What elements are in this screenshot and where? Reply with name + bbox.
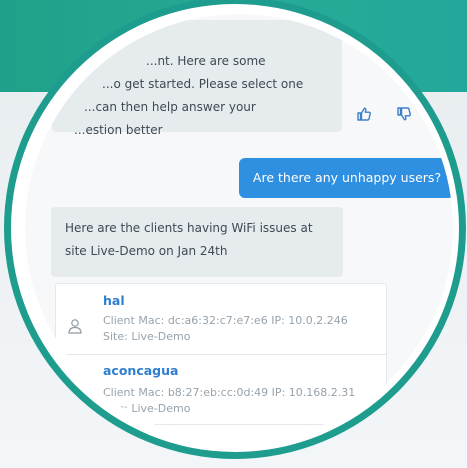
thumbs-down-icon[interactable] [396, 106, 412, 122]
feedback-actions [356, 106, 412, 122]
magnifier-lens: ...nt. Here are some ...o get started. P… [25, 14, 453, 442]
client-list-item[interactable]: hal Client Mac: dc:a6:32:c7:e7:e6 IP: 10… [56, 292, 386, 355]
bot-intro-line: ...o get started. Please select one [102, 77, 304, 91]
client-list-card: hal Client Mac: dc:a6:32:c7:e7:e6 IP: 10… [55, 283, 387, 442]
client-detail: Client Mac: dc:a6:32:c7:e7:e6 IP: 10.0.2… [103, 314, 348, 343]
bot-intro-line: ...can then help answer your [84, 100, 256, 114]
client-name-link[interactable]: aconcagua [103, 362, 178, 380]
bot-intro-line: ...nt. Here are some [146, 54, 266, 68]
client-detail: Client Mac: b8:27:eb:cc:0d:49 IP: 10.168… [103, 386, 356, 415]
user-message-bubble: Are there any unhappy users? [239, 158, 453, 198]
thumbs-up-icon[interactable] [356, 106, 372, 122]
client-list-item[interactable]: aconcagua Client Mac: b8:27:eb:cc:0d:49 … [56, 362, 386, 425]
bot-reply-bubble: Here are the clients having WiFi issues … [51, 207, 343, 277]
bot-intro-bubble: ...nt. Here are some ...o get started. P… [52, 20, 342, 137]
bot-intro-line: ...estion better [74, 123, 163, 137]
bot-intro-text: ...nt. Here are some ...o get started. P… [64, 50, 334, 142]
user-icon [67, 318, 83, 334]
client-name-link[interactable]: hal [103, 292, 125, 310]
chat-thread: ...nt. Here are some ...o get started. P… [25, 14, 453, 442]
client-list-item[interactable] [56, 432, 386, 442]
